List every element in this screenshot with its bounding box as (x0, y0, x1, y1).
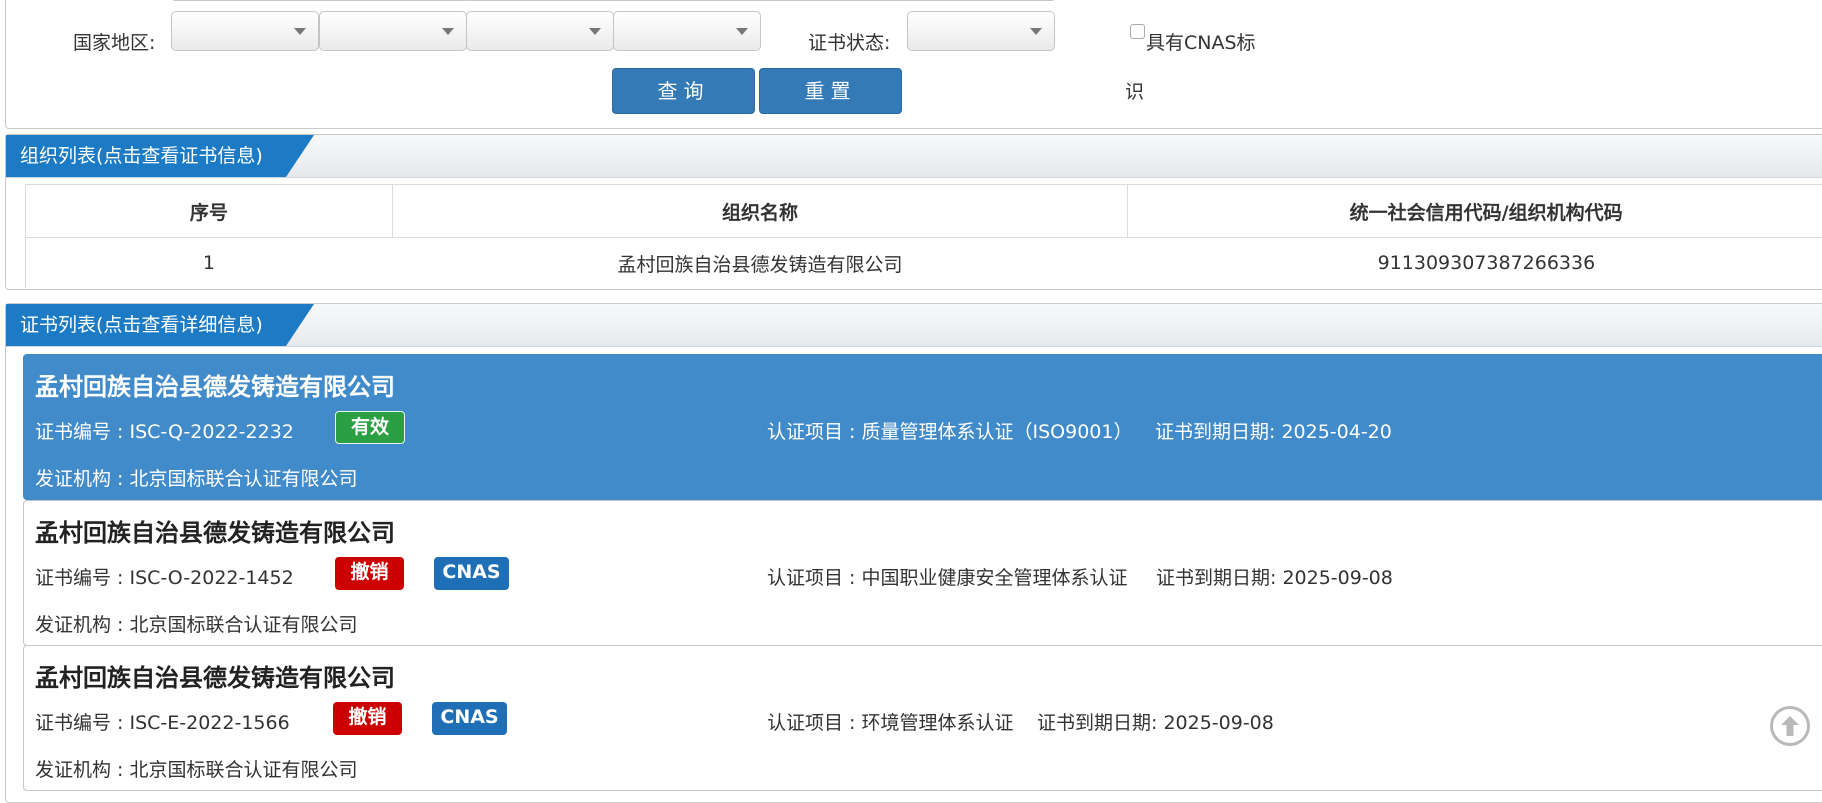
cert-issuer: 发证机构 : 北京国标联合认证有限公司 (35, 610, 357, 637)
status-badge-revoked: 撤销 (333, 702, 402, 735)
status-badge-revoked: 撤销 (335, 557, 404, 590)
cert-card-2[interactable]: 孟村回族自治县德发铸造有限公司 证书编号 : ISC-O-2022-1452 撤… (23, 500, 1822, 646)
row-index: 1 (26, 238, 393, 289)
cert-company: 孟村回族自治县德发铸造有限公司 (35, 513, 395, 548)
cert-list-title: 证书列表(点击查看详细信息) (6, 304, 314, 346)
country-label: 国家地区: (73, 28, 155, 55)
cert-company: 孟村回族自治县德发铸造有限公司 (35, 658, 395, 693)
cnas-checkbox[interactable] (1130, 24, 1145, 39)
cert-card-1[interactable]: 孟村回族自治县德发铸造有限公司 证书编号 : ISC-Q-2022-2232 有… (23, 354, 1822, 500)
scroll-top-button[interactable] (1770, 706, 1810, 746)
cert-list-header: 证书列表(点击查看详细信息) (6, 304, 1822, 347)
cert-project: 认证项目 : 质量管理体系认证（ISO9001） (767, 417, 1132, 444)
cert-number: 证书编号 : ISC-O-2022-1452 (35, 563, 294, 590)
country-select-1[interactable] (171, 11, 319, 51)
cnas-label: 具有CNAS标 (1146, 28, 1256, 55)
previous-row-input[interactable] (171, 0, 471, 1)
caret-down-icon (442, 28, 454, 35)
caret-down-icon (736, 28, 748, 35)
query-button[interactable]: 查询 (612, 68, 755, 114)
org-list-header: 组织列表(点击查看证书信息) (6, 135, 1822, 178)
caret-down-icon (589, 28, 601, 35)
org-list-title: 组织列表(点击查看证书信息) (6, 135, 314, 177)
cnas-badge: CNAS (434, 557, 509, 590)
reset-button[interactable]: 重置 (759, 68, 902, 114)
org-table: 序号 组织名称 统一社会信用代码/组织机构代码 1 孟村回族自治县德发铸造有限公… (25, 184, 1822, 288)
country-select-2[interactable] (319, 11, 467, 51)
country-select-4[interactable] (613, 11, 761, 51)
cert-project: 认证项目 : 环境管理体系认证 (767, 708, 1013, 735)
org-table-header-row: 序号 组织名称 统一社会信用代码/组织机构代码 (26, 185, 1822, 238)
cert-number: 证书编号 : ISC-Q-2022-2232 (35, 417, 294, 444)
row-org-name[interactable]: 孟村回族自治县德发铸造有限公司 (392, 238, 1128, 289)
cert-number: 证书编号 : ISC-E-2022-1566 (35, 708, 290, 735)
previous-row-input-2[interactable] (466, 0, 1056, 1)
status-label: 证书状态: (808, 28, 890, 55)
cnas-label-wrap: 识 (1125, 77, 1144, 104)
arrow-up-circle-icon (1780, 715, 1800, 737)
search-panel: 国家地区: 证书状态: 具有CNAS标 识 查询 重置 (5, 0, 1822, 129)
cert-issuer: 发证机构 : 北京国标联合认证有限公司 (35, 464, 357, 491)
caret-down-icon (294, 28, 306, 35)
country-select-3[interactable] (466, 11, 614, 51)
cnas-badge: CNAS (432, 702, 507, 735)
status-badge-valid: 有效 (335, 411, 405, 444)
caret-down-icon (1030, 28, 1042, 35)
header-credit-code: 统一社会信用代码/组织机构代码 (1128, 185, 1822, 238)
table-row[interactable]: 1 孟村回族自治县德发铸造有限公司 911309307387266336 (26, 238, 1822, 289)
header-org-name: 组织名称 (392, 185, 1128, 238)
cert-issuer: 发证机构 : 北京国标联合认证有限公司 (35, 755, 357, 782)
status-select[interactable] (907, 11, 1055, 51)
row-credit-code: 911309307387266336 (1128, 238, 1822, 289)
cert-expiry: 证书到期日期: 2025-04-20 (1155, 417, 1392, 444)
cert-expiry: 证书到期日期: 2025-09-08 (1037, 708, 1274, 735)
cert-expiry: 证书到期日期: 2025-09-08 (1156, 563, 1393, 590)
header-index: 序号 (26, 185, 393, 238)
cert-card-3[interactable]: 孟村回族自治县德发铸造有限公司 证书编号 : ISC-E-2022-1566 撤… (23, 645, 1822, 791)
org-list-panel: 组织列表(点击查看证书信息) 序号 组织名称 统一社会信用代码/组织机构代码 1… (5, 134, 1822, 290)
cert-company: 孟村回族自治县德发铸造有限公司 (35, 367, 395, 402)
cert-project: 认证项目 : 中国职业健康安全管理体系认证 (767, 563, 1127, 590)
